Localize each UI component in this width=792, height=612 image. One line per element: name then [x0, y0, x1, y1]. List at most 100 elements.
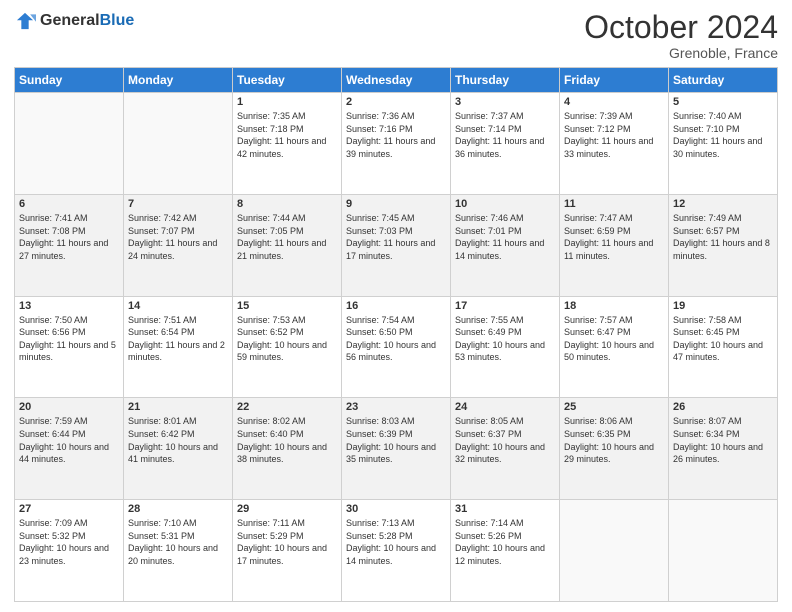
day-info: Sunrise: 7:49 AM Sunset: 6:57 PM Dayligh…	[673, 212, 773, 262]
day-number: 16	[346, 300, 446, 312]
logo: GeneralBlue	[14, 10, 134, 32]
day-number: 28	[128, 503, 228, 515]
day-number: 4	[564, 96, 664, 108]
day-number: 24	[455, 401, 555, 413]
day-number: 19	[673, 300, 773, 312]
calendar-week-row: 6 Sunrise: 7:41 AM Sunset: 7:08 PM Daylig…	[15, 194, 778, 296]
table-row: 12Sunrise: 7:49 AM Sunset: 6:57 PM Dayli…	[669, 194, 778, 296]
col-wednesday: Wednesday	[342, 68, 451, 93]
table-row: 11 Sunrise: 7:47 AM Sunset: 6:59 PM Dayli…	[560, 194, 669, 296]
day-number: 3	[455, 96, 555, 108]
day-info: Sunrise: 7:58 AM Sunset: 6:45 PM Dayligh…	[673, 314, 773, 364]
table-row: 8Sunrise: 7:44 AM Sunset: 7:05 PM Daylig…	[233, 194, 342, 296]
title-block: October 2024 Grenoble, France	[584, 10, 778, 61]
day-info: Sunrise: 8:05 AM Sunset: 6:37 PM Dayligh…	[455, 415, 555, 465]
col-thursday: Thursday	[451, 68, 560, 93]
day-info: Sunrise: 8:03 AM Sunset: 6:39 PM Dayligh…	[346, 415, 446, 465]
day-number: 18	[564, 300, 664, 312]
day-number: 30	[346, 503, 446, 515]
table-row: 27 Sunrise: 7:09 AM Sunset: 5:32 PM Dayli…	[15, 500, 124, 602]
calendar-week-row: 13 Sunrise: 7:50 AM Sunset: 6:56 PM Dayli…	[15, 296, 778, 398]
table-row	[669, 500, 778, 602]
table-row: 21 Sunrise: 8:01 AM Sunset: 6:42 PM Dayli…	[124, 398, 233, 500]
calendar-header-row: Sunday Monday Tuesday Wednesday Thursday…	[15, 68, 778, 93]
day-number: 29	[237, 503, 337, 515]
day-info: Sunrise: 8:06 AM Sunset: 6:35 PM Dayligh…	[564, 415, 664, 465]
day-info: Sunrise: 7:54 AM Sunset: 6:50 PM Dayligh…	[346, 314, 446, 364]
table-row: 15 Sunrise: 7:53 AM Sunset: 6:52 PM Dayli…	[233, 296, 342, 398]
day-number: 13	[19, 300, 119, 312]
day-info: Sunrise: 7:50 AM Sunset: 6:56 PM Dayligh…	[19, 314, 119, 364]
day-info: Sunrise: 7:59 AM Sunset: 6:44 PM Dayligh…	[19, 415, 119, 465]
calendar-week-row: 27 Sunrise: 7:09 AM Sunset: 5:32 PM Dayli…	[15, 500, 778, 602]
day-number: 21	[128, 401, 228, 413]
day-number: 9	[346, 198, 446, 210]
day-info: Sunrise: 8:01 AM Sunset: 6:42 PM Dayligh…	[128, 415, 228, 465]
table-row: 18Sunrise: 7:57 AM Sunset: 6:47 PM Dayli…	[560, 296, 669, 398]
table-row: 28Sunrise: 7:10 AM Sunset: 5:31 PM Dayli…	[124, 500, 233, 602]
table-row: 23Sunrise: 8:03 AM Sunset: 6:39 PM Dayli…	[342, 398, 451, 500]
day-number: 25	[564, 401, 664, 413]
calendar-week-row: 1 Sunrise: 7:35 AM Sunset: 7:18 PM Daylig…	[15, 93, 778, 195]
table-row: 5 Sunrise: 7:40 AM Sunset: 7:10 PM Daylig…	[669, 93, 778, 195]
table-row: 30 Sunrise: 7:13 AM Sunset: 5:28 PM Dayli…	[342, 500, 451, 602]
day-number: 2	[346, 96, 446, 108]
day-info: Sunrise: 7:09 AM Sunset: 5:32 PM Dayligh…	[19, 517, 119, 567]
table-row: 29Sunrise: 7:11 AM Sunset: 5:29 PM Dayli…	[233, 500, 342, 602]
day-number: 6	[19, 198, 119, 210]
table-row: 4 Sunrise: 7:39 AM Sunset: 7:12 PM Daylig…	[560, 93, 669, 195]
day-info: Sunrise: 8:02 AM Sunset: 6:40 PM Dayligh…	[237, 415, 337, 465]
table-row: 3Sunrise: 7:37 AM Sunset: 7:14 PM Daylig…	[451, 93, 560, 195]
logo-general: General	[40, 12, 100, 29]
col-monday: Monday	[124, 68, 233, 93]
day-number: 14	[128, 300, 228, 312]
table-row	[124, 93, 233, 195]
day-number: 15	[237, 300, 337, 312]
table-row: 19 Sunrise: 7:58 AM Sunset: 6:45 PM Dayli…	[669, 296, 778, 398]
day-info: Sunrise: 7:41 AM Sunset: 7:08 PM Dayligh…	[19, 212, 119, 262]
month-title: October 2024	[584, 10, 778, 45]
day-number: 17	[455, 300, 555, 312]
day-info: Sunrise: 8:07 AM Sunset: 6:34 PM Dayligh…	[673, 415, 773, 465]
day-info: Sunrise: 7:13 AM Sunset: 5:28 PM Dayligh…	[346, 517, 446, 567]
table-row: 25 Sunrise: 8:06 AM Sunset: 6:35 PM Dayli…	[560, 398, 669, 500]
day-info: Sunrise: 7:42 AM Sunset: 7:07 PM Dayligh…	[128, 212, 228, 262]
day-info: Sunrise: 7:14 AM Sunset: 5:26 PM Dayligh…	[455, 517, 555, 567]
col-sunday: Sunday	[15, 68, 124, 93]
table-row: 16 Sunrise: 7:54 AM Sunset: 6:50 PM Dayli…	[342, 296, 451, 398]
table-row: 14 Sunrise: 7:51 AM Sunset: 6:54 PM Dayli…	[124, 296, 233, 398]
day-number: 11	[564, 198, 664, 210]
day-info: Sunrise: 7:40 AM Sunset: 7:10 PM Dayligh…	[673, 110, 773, 160]
day-info: Sunrise: 7:53 AM Sunset: 6:52 PM Dayligh…	[237, 314, 337, 364]
day-info: Sunrise: 7:47 AM Sunset: 6:59 PM Dayligh…	[564, 212, 664, 262]
col-friday: Friday	[560, 68, 669, 93]
day-number: 8	[237, 198, 337, 210]
header: GeneralBlue October 2024 Grenoble, Franc…	[14, 10, 778, 61]
table-row: 20Sunrise: 7:59 AM Sunset: 6:44 PM Dayli…	[15, 398, 124, 500]
table-row: 6 Sunrise: 7:41 AM Sunset: 7:08 PM Daylig…	[15, 194, 124, 296]
day-number: 27	[19, 503, 119, 515]
table-row: 26 Sunrise: 8:07 AM Sunset: 6:34 PM Dayli…	[669, 398, 778, 500]
day-info: Sunrise: 7:51 AM Sunset: 6:54 PM Dayligh…	[128, 314, 228, 364]
logo-icon	[14, 10, 36, 32]
day-info: Sunrise: 7:39 AM Sunset: 7:12 PM Dayligh…	[564, 110, 664, 160]
table-row: 7 Sunrise: 7:42 AM Sunset: 7:07 PM Daylig…	[124, 194, 233, 296]
table-row: 22 Sunrise: 8:02 AM Sunset: 6:40 PM Dayli…	[233, 398, 342, 500]
day-number: 22	[237, 401, 337, 413]
day-number: 10	[455, 198, 555, 210]
table-row: 10Sunrise: 7:46 AM Sunset: 7:01 PM Dayli…	[451, 194, 560, 296]
table-row	[560, 500, 669, 602]
day-number: 26	[673, 401, 773, 413]
day-number: 1	[237, 96, 337, 108]
table-row: 1 Sunrise: 7:35 AM Sunset: 7:18 PM Daylig…	[233, 93, 342, 195]
day-info: Sunrise: 7:35 AM Sunset: 7:18 PM Dayligh…	[237, 110, 337, 160]
table-row: 17Sunrise: 7:55 AM Sunset: 6:49 PM Dayli…	[451, 296, 560, 398]
col-saturday: Saturday	[669, 68, 778, 93]
table-row: 24 Sunrise: 8:05 AM Sunset: 6:37 PM Dayli…	[451, 398, 560, 500]
location: Grenoble, France	[584, 45, 778, 61]
day-number: 5	[673, 96, 773, 108]
day-info: Sunrise: 7:45 AM Sunset: 7:03 PM Dayligh…	[346, 212, 446, 262]
day-number: 7	[128, 198, 228, 210]
day-number: 31	[455, 503, 555, 515]
logo-blue: Blue	[100, 12, 135, 29]
